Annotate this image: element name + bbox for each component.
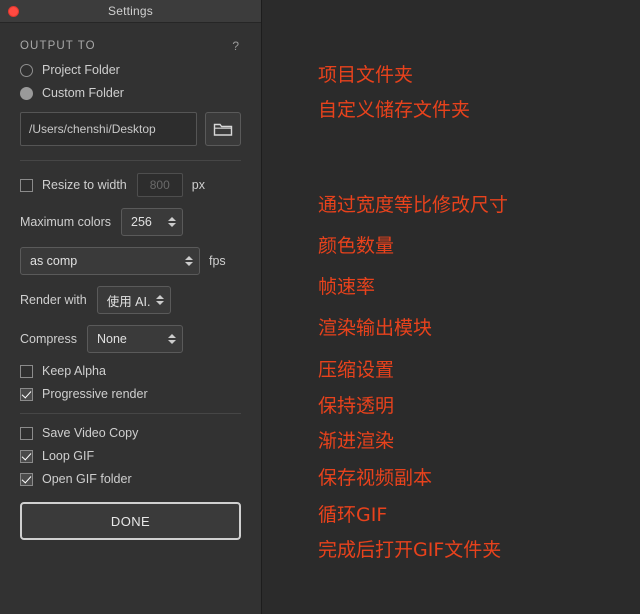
render-with-select[interactable]: 使用 AI... (96, 286, 171, 314)
fps-select[interactable]: as comp (20, 247, 200, 275)
help-icon[interactable]: ? (232, 39, 241, 53)
settings-panel: Settings OUTPUT TO ? Project Folder Cust… (0, 0, 262, 614)
output-path-row: /Users/chenshi/Desktop (20, 112, 241, 146)
resize-width-unit: px (191, 178, 205, 192)
label-open-gif-folder: Open GIF folder (42, 472, 132, 486)
radio-icon-custom-folder[interactable] (20, 86, 33, 100)
maximum-colors-value: 256 (131, 215, 152, 229)
checkbox-icon-progressive-render[interactable] (20, 387, 33, 401)
radio-project-folder[interactable]: Project Folder (20, 63, 241, 77)
annotation-text: 保持透明 (318, 395, 395, 417)
checkbox-icon-loop-gif[interactable] (20, 449, 33, 463)
render-with-row: Render with 使用 AI... (20, 286, 241, 314)
folder-icon[interactable] (205, 112, 241, 146)
radio-label-custom-folder: Custom Folder (42, 86, 124, 100)
annotation-text: 压缩设置 (318, 359, 395, 381)
window-title: Settings (108, 4, 153, 18)
label-resize-to-width: Resize to width (42, 178, 127, 192)
label-save-video-copy: Save Video Copy (42, 426, 139, 440)
checkbox-icon-keep-alpha[interactable] (20, 364, 33, 378)
chevron-updown-icon (155, 295, 164, 305)
chevron-updown-icon (185, 256, 193, 266)
annotation-text: 保存视频副本 (318, 467, 433, 489)
fps-unit: fps (209, 254, 226, 268)
chevron-updown-icon (168, 217, 176, 227)
chevron-updown-icon (167, 334, 176, 344)
app-root: Settings OUTPUT TO ? Project Folder Cust… (0, 0, 640, 614)
compress-value: None (96, 332, 127, 346)
loop-gif-row[interactable]: Loop GIF (20, 449, 241, 463)
fps-row: as comp fps (20, 247, 241, 275)
annotation-text: 渲染输出模块 (318, 317, 433, 339)
divider-1 (20, 160, 241, 161)
compress-select[interactable]: None (86, 325, 183, 353)
radio-icon-project-folder[interactable] (20, 63, 33, 77)
annotation-text: 项目文件夹 (318, 64, 414, 86)
maximum-colors-row: Maximum colors 256 (20, 208, 241, 236)
label-compress: Compress (20, 332, 77, 346)
fps-value: as comp (30, 254, 78, 268)
render-with-value: 使用 AI... (106, 294, 150, 309)
resize-to-width-row[interactable]: Resize to width 800 px (20, 173, 241, 197)
checkbox-icon-save-video-copy[interactable] (20, 426, 33, 440)
open-gif-folder-row[interactable]: Open GIF folder (20, 472, 241, 486)
radio-label-project-folder: Project Folder (42, 63, 120, 77)
label-render-with: Render with (20, 293, 87, 307)
annotation-text: 循环GIF (318, 504, 388, 526)
annotation-text: 通过宽度等比修改尺寸 (318, 194, 509, 216)
label-progressive-render: Progressive render (42, 387, 148, 401)
checkbox-icon-open-gif-folder[interactable] (20, 472, 33, 486)
label-keep-alpha: Keep Alpha (42, 364, 106, 378)
annotation-text: 渐进渲染 (318, 430, 395, 452)
output-path-input[interactable]: /Users/chenshi/Desktop (20, 112, 197, 146)
resize-width-input[interactable]: 800 (136, 173, 183, 197)
keep-alpha-row[interactable]: Keep Alpha (20, 364, 241, 378)
maximum-colors-select[interactable]: 256 (121, 208, 183, 236)
save-video-copy-row[interactable]: Save Video Copy (20, 426, 241, 440)
annotation-text: 颜色数量 (318, 235, 395, 257)
output-to-section-header: OUTPUT TO ? (20, 39, 241, 53)
done-button[interactable]: DONE (20, 502, 241, 540)
divider-2 (20, 413, 241, 414)
annotation-text: 完成后打开GIF文件夹 (318, 539, 502, 561)
section-title: OUTPUT TO (20, 40, 96, 52)
annotation-text: 自定义储存文件夹 (318, 99, 471, 121)
radio-custom-folder[interactable]: Custom Folder (20, 86, 241, 100)
label-maximum-colors: Maximum colors (20, 215, 111, 229)
close-icon[interactable] (8, 6, 19, 17)
settings-body: OUTPUT TO ? Project Folder Custom Folder… (0, 39, 261, 540)
compress-row: Compress None (20, 325, 241, 353)
progressive-render-row[interactable]: Progressive render (20, 387, 241, 401)
label-loop-gif: Loop GIF (42, 449, 95, 463)
window-titlebar: Settings (0, 0, 261, 23)
annotation-text: 帧速率 (318, 276, 376, 298)
checkbox-icon-resize-to-width[interactable] (20, 178, 33, 192)
